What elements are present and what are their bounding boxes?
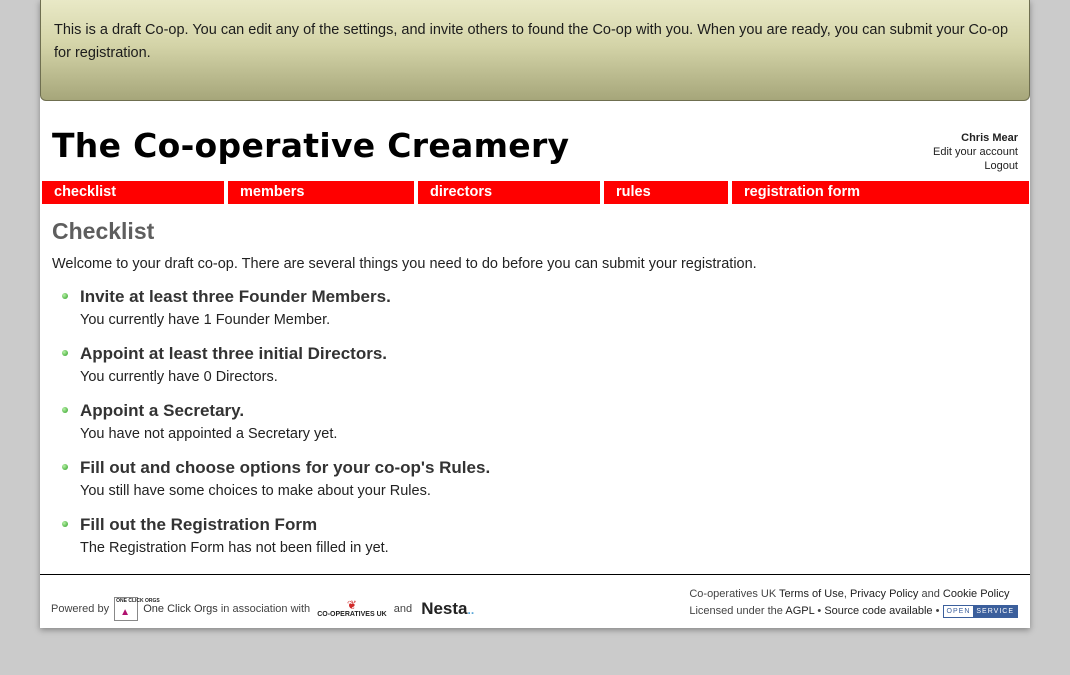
user-menu: Chris Mear Edit your account Logout	[933, 131, 1018, 173]
agpl-link[interactable]: AGPL	[785, 605, 814, 617]
comma: ,	[843, 588, 847, 600]
separator: •	[935, 605, 940, 617]
nesta-logo-text: Nesta	[421, 599, 468, 618]
intro-text: Welcome to your draft co-op. There are s…	[52, 256, 757, 272]
checklist-item: Fill out the Registration Form The Regis…	[52, 515, 490, 572]
nav-tab-rules[interactable]: rules	[604, 181, 728, 204]
cursor-icon: ▲	[120, 607, 131, 618]
footer-legal-line-1: Co-operatives UK Terms of Use, Privacy P…	[689, 586, 1018, 603]
one-click-orgs-link[interactable]: One Click Orgs	[143, 603, 218, 615]
logout-link[interactable]: Logout	[933, 159, 1018, 173]
checklist-item-title: Fill out and choose options for your co-…	[80, 458, 491, 477]
checklist-item: Fill out and choose options for your co-…	[52, 458, 490, 515]
coopuk-logo-text: CO-OPERATIVES UK	[317, 611, 387, 618]
open-service-badge-left: OPEN	[946, 607, 971, 615]
powered-by-text: Powered by	[51, 603, 110, 615]
bullet-icon	[62, 521, 68, 527]
bullet-icon	[62, 407, 68, 413]
one-click-orgs-logo[interactable]: ONE CLICK ORGS ▲	[114, 597, 160, 621]
checklist-item-title: Appoint a Secretary.	[80, 401, 245, 420]
coopuk-mark-icon: ❦	[346, 598, 357, 612]
and-text: and	[393, 603, 413, 615]
open-service-badge[interactable]: OPEN SERVICE	[942, 604, 1018, 618]
bullet-icon	[62, 464, 68, 470]
checklist-item: Appoint a Secretary. You have not appoin…	[52, 401, 490, 458]
bullet-icon	[62, 293, 68, 299]
nav-tab-checklist[interactable]: checklist	[42, 181, 224, 204]
footer-credits: Powered by ONE CLICK ORGS ▲ One Click Or…	[51, 597, 474, 621]
checklist-item: Appoint at least three initial Directors…	[52, 344, 490, 401]
source-code-link[interactable]: Source code available	[824, 605, 932, 617]
nesta-dots-icon: ..	[467, 603, 475, 617]
checklist: Invite at least three Founder Members. Y…	[52, 287, 490, 572]
checklist-item-title: Appoint at least three initial Directors…	[80, 344, 388, 363]
checklist-item-status: You currently have 1 Founder Member.	[80, 312, 331, 328]
checklist-item-title: Fill out the Registration Form	[80, 515, 318, 534]
open-service-badge-right: SERVICE	[973, 605, 1017, 617]
cooperatives-uk-logo[interactable]: ❦ CO-OPERATIVES UK	[317, 599, 387, 619]
privacy-policy-link[interactable]: Privacy Policy	[850, 588, 918, 600]
and-text-2: and	[921, 588, 940, 600]
draft-notice-text: This is a draft Co-op. You can edit any …	[54, 22, 1009, 61]
checklist-item-status: You currently have 0 Directors.	[80, 369, 278, 385]
checklist-item-title: Invite at least three Founder Members.	[80, 287, 391, 306]
nav-tab-members[interactable]: members	[228, 181, 414, 204]
draft-notice-banner: This is a draft Co-op. You can edit any …	[40, 0, 1030, 101]
nav-tab-directors[interactable]: directors	[418, 181, 600, 204]
footer-legal: Co-operatives UK Terms of Use, Privacy P…	[689, 586, 1018, 620]
site-title: The Co-operative Creamery	[52, 126, 570, 165]
edit-account-link[interactable]: Edit your account	[933, 145, 1018, 159]
oco-logo-text: ONE CLICK ORGS	[116, 598, 160, 604]
main-nav: checklist members directors rules regist…	[42, 181, 1029, 204]
cookie-policy-link[interactable]: Cookie Policy	[943, 588, 1010, 600]
terms-of-use-link[interactable]: Terms of Use	[779, 588, 844, 600]
checklist-item-status: You still have some choices to make abou…	[80, 483, 431, 499]
nav-tab-registration-form[interactable]: registration form	[732, 181, 1029, 204]
page-container: This is a draft Co-op. You can edit any …	[40, 0, 1030, 628]
page-heading: Checklist	[52, 218, 155, 244]
coopuk-prefix: Co-operatives UK	[689, 588, 777, 600]
bullet-icon	[62, 350, 68, 356]
nesta-logo[interactable]: Nesta..	[421, 599, 474, 618]
checklist-item: Invite at least three Founder Members. Y…	[52, 287, 490, 344]
in-association-text: in association with	[220, 603, 311, 615]
licensed-text: Licensed under the	[689, 605, 783, 617]
separator: •	[817, 605, 822, 617]
checklist-item-status: You have not appointed a Secretary yet.	[80, 426, 338, 442]
user-name: Chris Mear	[961, 132, 1018, 144]
checklist-item-status: The Registration Form has not been fille…	[80, 540, 389, 556]
footer: Powered by ONE CLICK ORGS ▲ One Click Or…	[40, 574, 1030, 628]
footer-legal-line-2: Licensed under the AGPL • Source code av…	[689, 603, 1018, 620]
